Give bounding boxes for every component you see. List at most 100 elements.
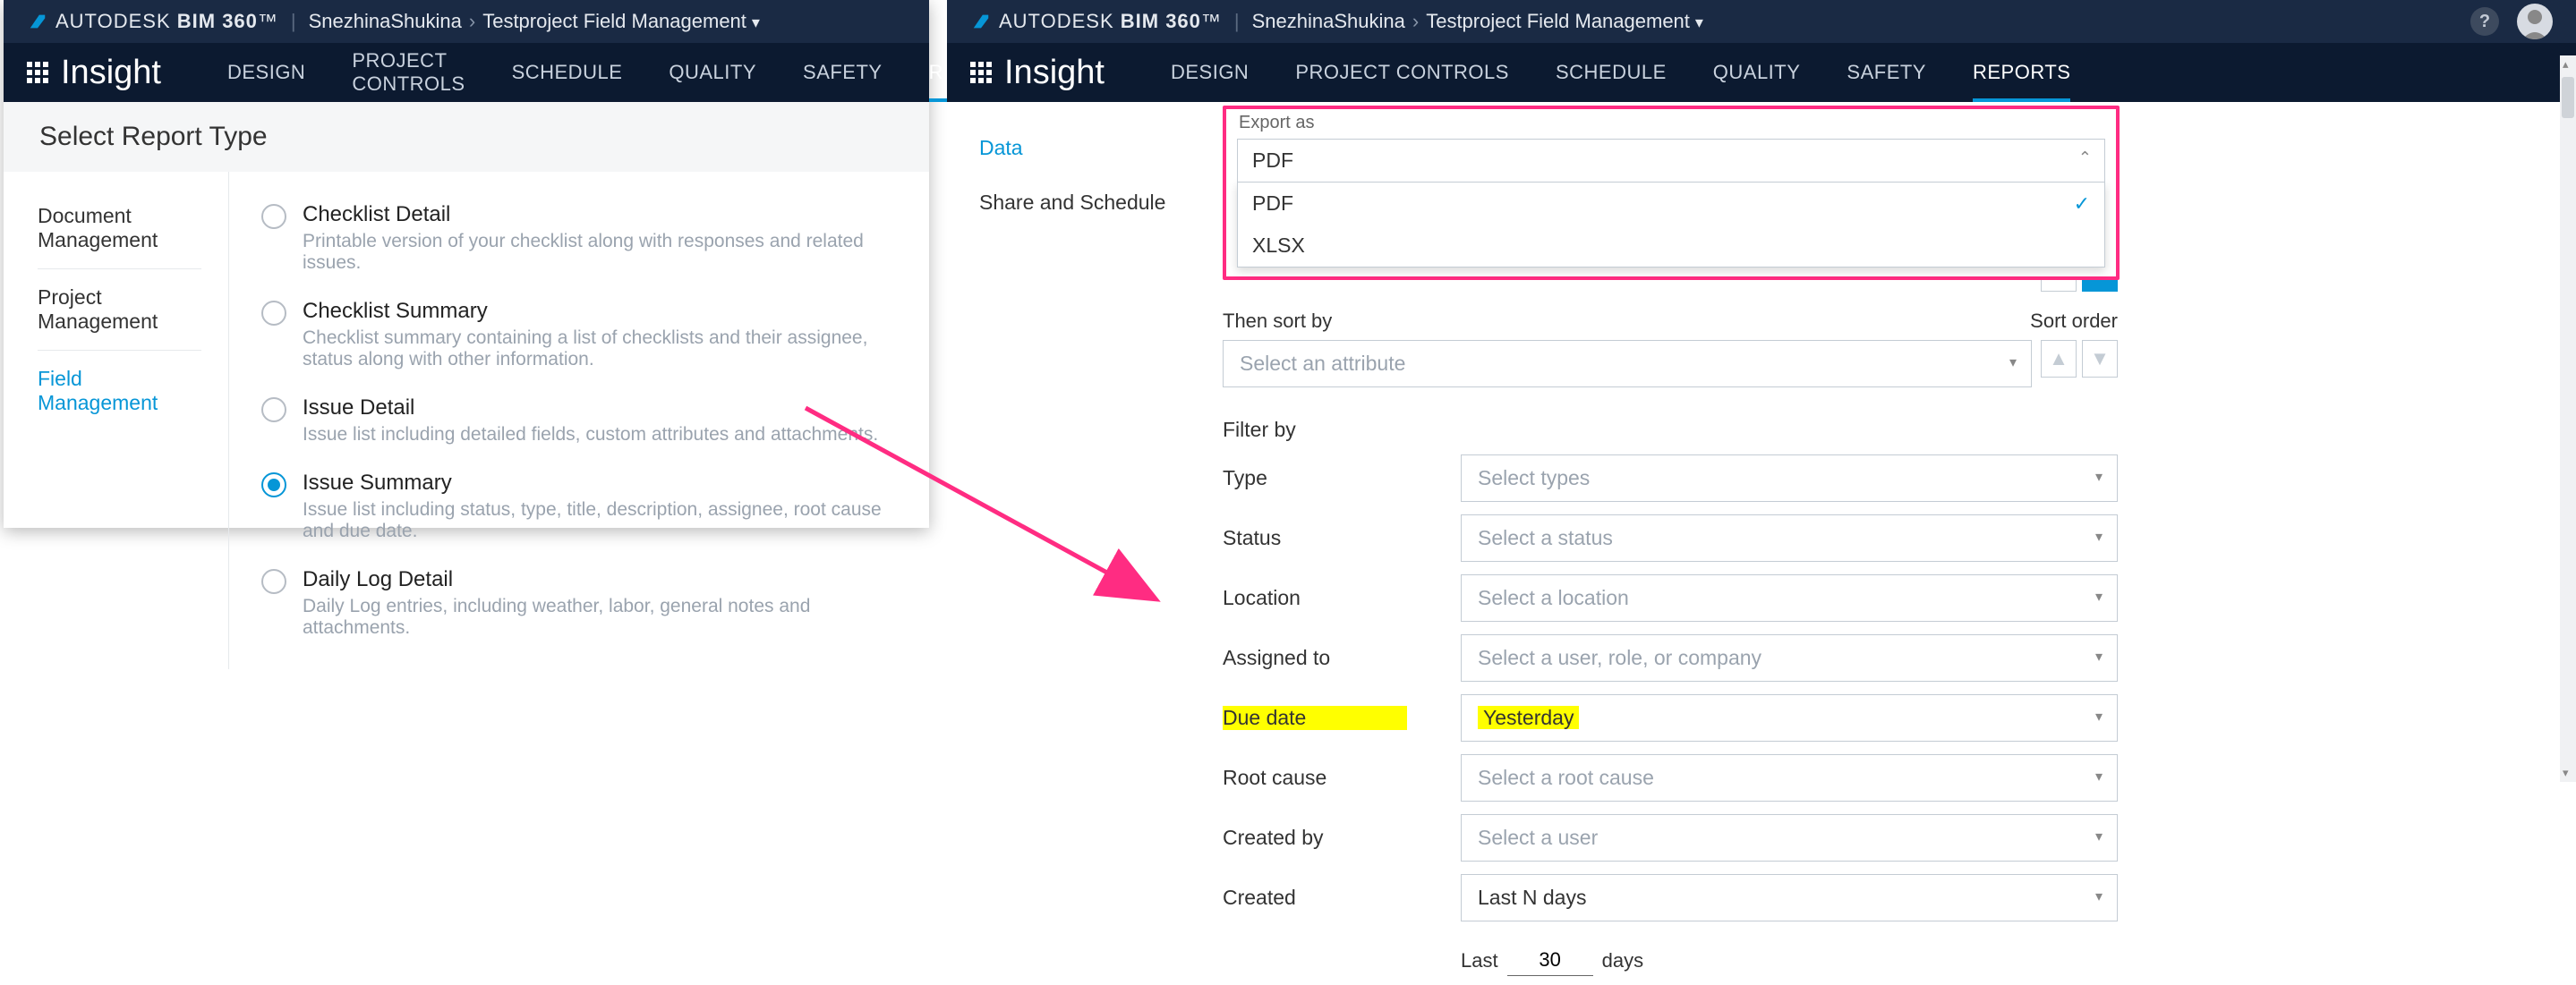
report-option-title: Daily Log Detail xyxy=(303,567,897,592)
nav-safety[interactable]: SAFETY xyxy=(1823,43,1949,102)
export-as-group: Export as PDF ⌃ PDF ✓ XLSX xyxy=(1223,106,2120,280)
scroll-up-icon[interactable]: ▴ xyxy=(2563,57,2569,72)
nav-quality[interactable]: QUALITY xyxy=(645,43,780,102)
chevron-down-icon: ▾ xyxy=(2009,353,2017,371)
nav-reports[interactable]: REPORTS xyxy=(1949,43,2094,102)
radio-checklist-detail[interactable] xyxy=(261,204,286,229)
breadcrumb-user[interactable]: SnezhinaShukina xyxy=(309,10,462,33)
filter-location-label: Location xyxy=(1223,586,1461,610)
filter-due-date-select[interactable]: Yesterday ▾ xyxy=(1461,694,2118,742)
filter-status-select[interactable]: Select a status▾ xyxy=(1461,514,2118,562)
export-as-select[interactable]: PDF ⌃ xyxy=(1237,139,2105,183)
module-switcher-icon[interactable] xyxy=(970,62,992,83)
export-option-pdf[interactable]: PDF ✓ xyxy=(1238,183,2104,225)
chevron-down-icon: ▾ xyxy=(2095,887,2103,905)
filter-root-cause-select[interactable]: Select a root cause▾ xyxy=(1461,754,2118,802)
module-title: Insight xyxy=(1004,54,1105,92)
report-option[interactable]: Checklist Summary Checklist summary cont… xyxy=(261,286,897,383)
filter-created-label: Created xyxy=(1223,886,1461,910)
then-sort-by-select[interactable]: Select an attribute ▾ xyxy=(1223,340,2032,387)
chevron-down-icon: ▾ xyxy=(2095,588,2103,606)
nav-quality[interactable]: QUALITY xyxy=(1690,43,1824,102)
sidebar-item-field-management[interactable]: Field Management xyxy=(38,351,201,431)
sort-order-label: Sort order xyxy=(2030,310,2118,333)
then-sort-by-label: Then sort by xyxy=(1223,310,1332,333)
separator: | xyxy=(291,10,296,33)
report-option[interactable]: Issue Summary Issue list including statu… xyxy=(261,458,897,555)
last-n-days-input[interactable] xyxy=(1507,945,1593,976)
filter-location-select[interactable]: Select a location▾ xyxy=(1461,574,2118,622)
chevron-down-icon: ▾ xyxy=(2095,528,2103,546)
module-switcher-icon[interactable] xyxy=(27,62,48,83)
page-title: Select Report Type xyxy=(4,102,929,172)
user-avatar[interactable] xyxy=(2517,4,2553,39)
nav-safety[interactable]: SAFETY xyxy=(780,43,906,102)
report-option-desc: Issue list including detailed fields, cu… xyxy=(303,424,878,446)
report-option[interactable]: Checklist Detail Printable version of yo… xyxy=(261,190,897,286)
vertical-scrollbar[interactable]: ▴ ▾ xyxy=(2560,55,2576,782)
filter-status-label: Status xyxy=(1223,526,1461,550)
report-options-list: Checklist Detail Printable version of yo… xyxy=(229,172,929,669)
report-option-title: Checklist Summary xyxy=(303,299,897,324)
nav-design[interactable]: DESIGN xyxy=(1147,43,1272,102)
breadcrumb-project[interactable]: Testproject Field Management▾ xyxy=(482,10,760,33)
report-option-desc: Printable version of your checklist alon… xyxy=(303,231,897,274)
check-icon: ✓ xyxy=(2074,192,2090,216)
caret-down-icon: ▾ xyxy=(752,13,760,31)
panel-report-config: AUTODESK BIM 360™ | SnezhinaShukina › Te… xyxy=(947,0,2576,787)
report-option-title: Checklist Detail xyxy=(303,202,897,227)
sort-desc-button[interactable]: ▼ xyxy=(2082,340,2118,378)
nav-project-controls[interactable]: PROJECT CONTROLS xyxy=(328,43,488,102)
report-option[interactable]: Issue Detail Issue list including detail… xyxy=(261,383,897,458)
chevron-up-icon: ⌃ xyxy=(2078,149,2092,167)
breadcrumb-user[interactable]: SnezhinaShukina xyxy=(1252,10,1405,33)
filter-type-label: Type xyxy=(1223,466,1461,490)
chevron-right-icon: › xyxy=(469,10,475,33)
report-option-title: Issue Summary xyxy=(303,471,897,496)
chevron-down-icon: ▾ xyxy=(2095,468,2103,486)
chevron-down-icon: ▾ xyxy=(2095,828,2103,845)
sort-asc-button[interactable]: ▲ xyxy=(2041,340,2077,378)
export-as-dropdown: PDF ✓ XLSX xyxy=(1237,183,2105,267)
config-content: Export as PDF ⌃ PDF ✓ XLSX xyxy=(1173,111,2576,976)
filter-root-cause-label: Root cause xyxy=(1223,766,1461,790)
separator: | xyxy=(1234,10,1240,33)
report-option[interactable]: Daily Log Detail Daily Log entries, incl… xyxy=(261,555,897,651)
caret-down-icon: ▾ xyxy=(1695,13,1703,31)
filter-due-date-label: Due date xyxy=(1223,706,1407,730)
report-option-desc: Checklist summary containing a list of c… xyxy=(303,327,897,370)
last-n-days-row: Last days xyxy=(1461,945,2118,976)
last-n-suffix: days xyxy=(1602,949,1643,972)
brand-text: AUTODESK BIM 360™ xyxy=(55,10,278,33)
help-icon[interactable]: ? xyxy=(2470,7,2499,36)
nav-schedule[interactable]: SCHEDULE xyxy=(489,43,646,102)
radio-daily-log-detail[interactable] xyxy=(261,569,286,594)
header-nav: Insight DESIGN PROJECT CONTROLS SCHEDULE… xyxy=(4,43,929,102)
report-option-title: Issue Detail xyxy=(303,395,878,420)
filter-type-select[interactable]: Select types▾ xyxy=(1461,454,2118,502)
export-as-label: Export as xyxy=(1226,109,2116,139)
sidebar-item-document-management[interactable]: Document Management xyxy=(38,188,201,269)
filter-created-select[interactable]: Last N days▾ xyxy=(1461,874,2118,921)
nav-schedule[interactable]: SCHEDULE xyxy=(1532,43,1690,102)
sidebar-tab-data[interactable]: Data xyxy=(979,127,1173,182)
export-option-xlsx[interactable]: XLSX xyxy=(1238,225,2104,267)
sidebar-item-project-management[interactable]: Project Management xyxy=(38,269,201,351)
sidebar-tab-share-schedule[interactable]: Share and Schedule xyxy=(979,182,1173,236)
header-top: AUTODESK BIM 360™ | SnezhinaShukina › Te… xyxy=(4,0,929,43)
nav-design[interactable]: DESIGN xyxy=(204,43,328,102)
breadcrumb-project[interactable]: Testproject Field Management▾ xyxy=(1426,10,1703,33)
scroll-down-icon[interactable]: ▾ xyxy=(2563,766,2569,780)
last-n-prefix: Last xyxy=(1461,949,1498,972)
radio-issue-summary[interactable] xyxy=(261,472,286,497)
radio-checklist-summary[interactable] xyxy=(261,301,286,326)
filter-created-by-select[interactable]: Select a user▾ xyxy=(1461,814,2118,862)
autodesk-logo-icon xyxy=(27,11,48,32)
radio-issue-detail[interactable] xyxy=(261,397,286,422)
filter-created-by-label: Created by xyxy=(1223,826,1461,850)
brand-text: AUTODESK BIM 360™ xyxy=(999,10,1222,33)
scrollbar-thumb[interactable] xyxy=(2562,77,2574,118)
nav-project-controls[interactable]: PROJECT CONTROLS xyxy=(1272,43,1532,102)
report-option-desc: Daily Log entries, including weather, la… xyxy=(303,596,897,639)
filter-assigned-to-select[interactable]: Select a user, role, or company▾ xyxy=(1461,634,2118,682)
